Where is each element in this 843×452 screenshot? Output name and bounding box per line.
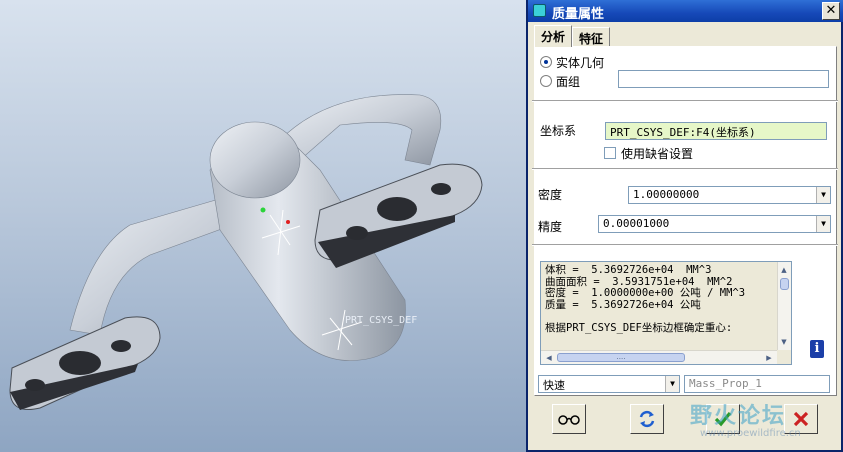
density-label: 密度 xyxy=(538,188,563,202)
chevron-down-icon[interactable]: ▼ xyxy=(816,187,830,203)
solid-geometry-label: 实体几何 xyxy=(556,56,605,70)
horizontal-scrollbar[interactable]: ◀ .... ▶ xyxy=(541,350,777,364)
accuracy-input[interactable]: 0.00001000 ▼ xyxy=(598,215,831,233)
repeat-button[interactable] xyxy=(630,404,664,434)
quilt-input[interactable] xyxy=(618,70,829,88)
tab-analysis[interactable]: 分析 xyxy=(534,25,573,47)
csys-field-label: 坐标系 xyxy=(540,124,577,138)
accuracy-value: 0.00001000 xyxy=(603,217,670,230)
use-default-label: 使用缺省设置 xyxy=(621,147,694,161)
separator xyxy=(532,168,838,170)
use-default-checkbox[interactable] xyxy=(604,147,616,159)
chevron-down-icon[interactable]: ▼ xyxy=(816,216,830,232)
radio-quilt[interactable] xyxy=(540,75,552,87)
scroll-left-icon[interactable]: ◀ xyxy=(543,352,555,364)
dialog-title: 质量属性 xyxy=(552,7,605,22)
separator xyxy=(532,244,838,246)
scroll-up-icon[interactable]: ▲ xyxy=(778,264,790,276)
results-text: 体积 = 5.3692726e+04 MM^3 曲面面积 = 3.5931751… xyxy=(545,264,746,334)
quilt-label: 面组 xyxy=(556,75,581,89)
mode-select[interactable]: 快速 ▼ xyxy=(538,375,680,393)
dialog-icon xyxy=(533,4,546,17)
csys-label: PRT_CSYS_DEF xyxy=(345,315,418,326)
feature-name-input[interactable]: Mass_Prop_1 xyxy=(684,375,830,393)
scroll-right-icon[interactable]: ▶ xyxy=(763,352,775,364)
close-button[interactable]: ✕ xyxy=(822,2,840,20)
density-value: 1.00000000 xyxy=(633,188,700,201)
watermark-url: www.proewildfire.cn xyxy=(700,428,801,439)
preview-button[interactable] xyxy=(552,404,586,434)
info-icon[interactable]: i xyxy=(810,340,824,358)
vertical-scroll-thumb[interactable] xyxy=(780,278,789,290)
repeat-icon xyxy=(637,410,657,433)
horizontal-scroll-thumb[interactable]: .... xyxy=(557,353,685,362)
chevron-down-icon[interactable]: ▼ xyxy=(665,376,679,392)
scroll-down-icon[interactable]: ▼ xyxy=(778,336,790,348)
vertical-scrollbar[interactable]: ▲ ▼ xyxy=(777,262,791,350)
radio-solid-geometry[interactable] xyxy=(540,56,552,68)
accuracy-label: 精度 xyxy=(538,220,563,234)
separator xyxy=(532,100,838,102)
density-input[interactable]: 1.00000000 ▼ xyxy=(628,186,831,204)
results-textarea[interactable]: 体积 = 5.3692726e+04 MM^3 曲面面积 = 3.5931751… xyxy=(540,261,792,365)
tab-features[interactable]: 特征 xyxy=(572,27,611,47)
watermark-text: 野火论坛 xyxy=(690,404,787,429)
mode-value: 快速 xyxy=(543,379,565,392)
model-viewport[interactable]: PRT_CSYS_DEF xyxy=(0,0,526,452)
glasses-icon xyxy=(558,412,580,430)
csys-input[interactable]: PRT_CSYS_DEF:F4(坐标系) xyxy=(605,122,827,140)
part-model xyxy=(9,94,483,410)
title-bar[interactable]: 质量属性 ✕ xyxy=(528,0,843,22)
